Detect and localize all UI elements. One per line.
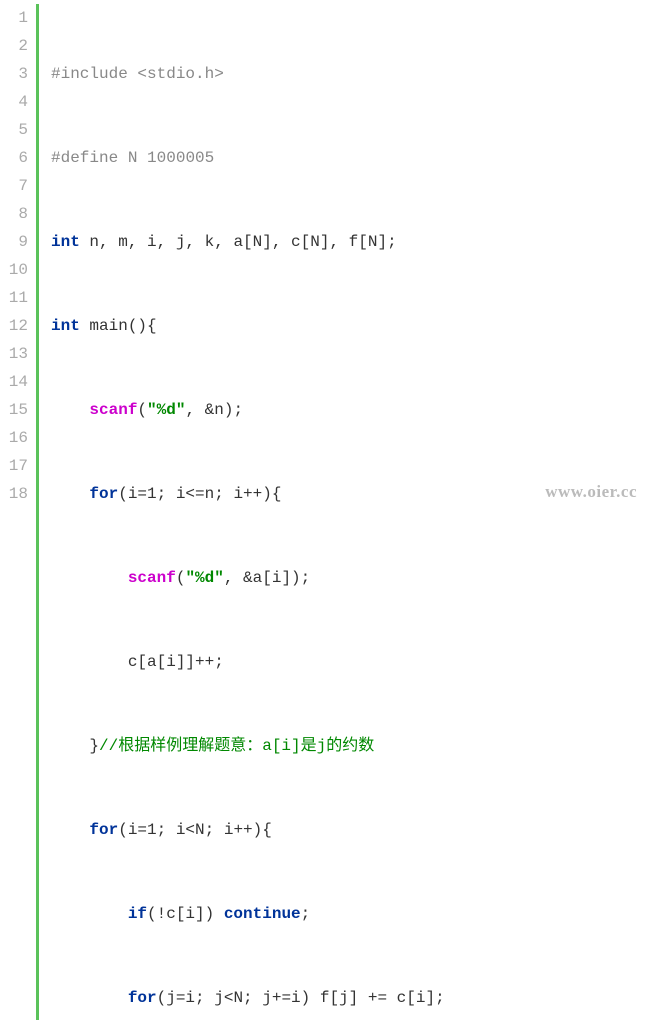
code-line: c[a[i]]++; <box>51 648 445 676</box>
kw-for: for <box>89 485 118 503</box>
kw-int: int <box>51 233 80 251</box>
declarations: n, m, i, j, k, a[N], c[N], f[N]; <box>80 233 397 251</box>
code-line: int main(){ <box>51 312 445 340</box>
gutter-bar <box>36 4 39 1020</box>
line-number: 2 <box>0 32 28 60</box>
code-content: #include <stdio.h> #define N 1000005 int… <box>51 4 445 1020</box>
line-number: 13 <box>0 340 28 368</box>
kw-int: int <box>51 317 80 335</box>
kw-if: if <box>128 905 147 923</box>
line-number: 1 <box>0 4 28 32</box>
code-line: }//根据样例理解题意：a[i]是j的约数 <box>51 732 445 760</box>
line-number: 12 <box>0 312 28 340</box>
macro-def: N 1000005 <box>128 149 214 167</box>
string-literal: "%d" <box>185 569 223 587</box>
code-line: if(!c[i]) continue; <box>51 900 445 928</box>
line-number-gutter: 1 2 3 4 5 6 7 8 9 10 11 12 13 14 15 16 1… <box>0 4 36 1020</box>
fn-scanf: scanf <box>89 401 137 419</box>
fn-main: main <box>89 317 127 335</box>
line-number: 10 <box>0 256 28 284</box>
line-number: 9 <box>0 228 28 256</box>
code-line: int n, m, i, j, k, a[N], c[N], f[N]; <box>51 228 445 256</box>
line-number: 15 <box>0 396 28 424</box>
code-block: 1 2 3 4 5 6 7 8 9 10 11 12 13 14 15 16 1… <box>0 0 647 1020</box>
code-line: for(i=1; i<N; i++){ <box>51 816 445 844</box>
statement: c[a[i]]++; <box>128 653 224 671</box>
fn-scanf: scanf <box>128 569 176 587</box>
line-number: 7 <box>0 172 28 200</box>
code-line: for(i=1; i<=n; i++){ <box>51 480 445 508</box>
code-line: for(j=i; j<N; j+=i) f[j] += c[i]; <box>51 984 445 1012</box>
preproc-include: #include <box>51 65 128 83</box>
line-number: 5 <box>0 116 28 144</box>
line-number: 11 <box>0 284 28 312</box>
code-line: scanf("%d", &n); <box>51 396 445 424</box>
comment: //根据样例理解题意：a[i]是j的约数 <box>99 737 374 755</box>
code-line: scanf("%d", &a[i]); <box>51 564 445 592</box>
line-number: 8 <box>0 200 28 228</box>
code-line: #include <stdio.h> <box>51 60 445 88</box>
string-literal: "%d" <box>147 401 185 419</box>
line-number: 18 <box>0 480 28 508</box>
kw-for: for <box>89 821 118 839</box>
code-line: #define N 1000005 <box>51 144 445 172</box>
preproc-define: #define <box>51 149 118 167</box>
line-number: 6 <box>0 144 28 172</box>
kw-for: for <box>128 989 157 1007</box>
line-number: 4 <box>0 88 28 116</box>
line-number: 14 <box>0 368 28 396</box>
include-file: <stdio.h> <box>137 65 223 83</box>
watermark: www.oier.cc <box>545 482 637 502</box>
line-number: 17 <box>0 452 28 480</box>
line-number: 3 <box>0 60 28 88</box>
kw-continue: continue <box>224 905 301 923</box>
line-number: 16 <box>0 424 28 452</box>
